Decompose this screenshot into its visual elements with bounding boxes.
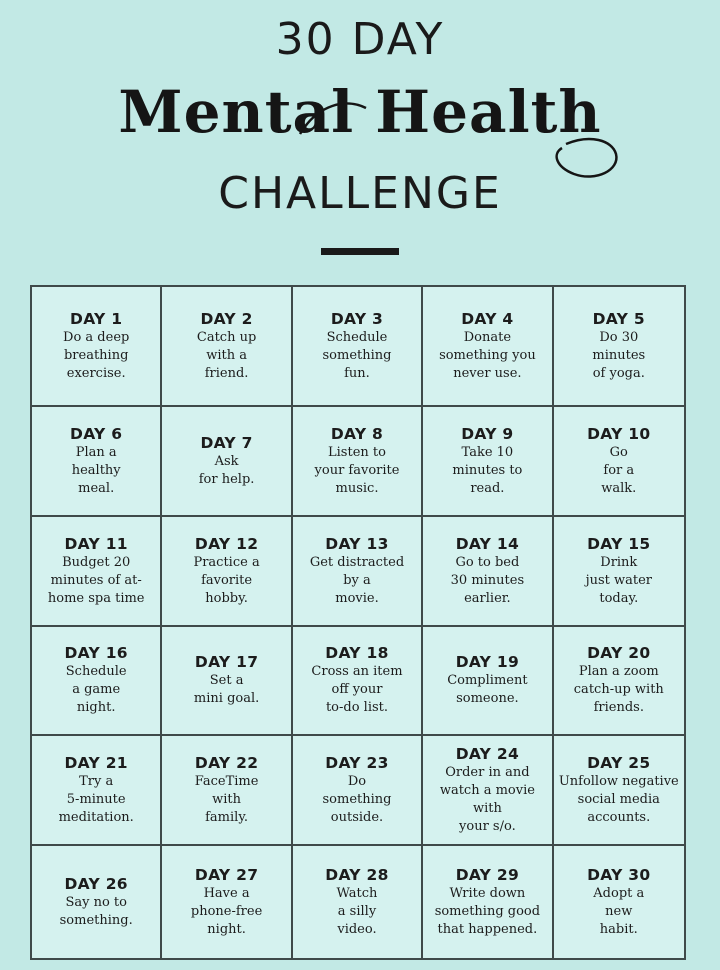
day-task: Schedule something fun. bbox=[322, 329, 392, 381]
day-label: DAY 3 bbox=[330, 309, 384, 328]
day-cell-1: DAY 1 Do a deep breathing exercise. bbox=[32, 287, 163, 407]
day-task: Set a mini goal. bbox=[193, 673, 260, 706]
day-task: Get distracted by a movie. bbox=[309, 554, 405, 606]
day-label: DAY 1 bbox=[70, 309, 123, 328]
day-label: DAY 18 bbox=[325, 644, 389, 662]
day-task: Donate something you never use. bbox=[439, 329, 536, 381]
day-task: Say no to something. bbox=[59, 894, 133, 928]
day-task: Do a deep breathing exercise. bbox=[63, 329, 130, 381]
title-line-3: CHALLENGE bbox=[218, 168, 502, 219]
day-cell-12: DAY 12 Practice a favorite hobby. bbox=[162, 517, 293, 627]
day-label: DAY 22 bbox=[194, 753, 259, 772]
day-cell-14: DAY 14 Go to bed 30 minutes earlier. bbox=[423, 517, 554, 627]
day-label: DAY 11 bbox=[64, 534, 128, 553]
day-cell-20: DAY 20 Plan a zoom catch-up with friends. bbox=[553, 627, 684, 736]
day-cell-4: DAY 4 Donate something you never use. bbox=[423, 287, 554, 407]
day-task: Schedule a game night. bbox=[65, 664, 127, 715]
day-cell-2: DAY 2 Catch up with a friend. bbox=[162, 287, 293, 407]
day-cell-19: DAY 19 Compliment someone. bbox=[423, 627, 554, 736]
day-task: Practice a favorite hobby. bbox=[193, 554, 260, 606]
day-label: DAY 26 bbox=[64, 874, 128, 893]
day-cell-30: DAY 30 Adopt a new habit. bbox=[554, 846, 684, 958]
day-task: Take 10 minutes to read. bbox=[452, 444, 523, 496]
day-label: DAY 23 bbox=[325, 753, 389, 772]
day-cell-27: DAY 27 Have a phone-free night. bbox=[162, 846, 293, 958]
day-cell-3: DAY 3 Schedule something fun. bbox=[292, 287, 424, 407]
day-label: DAY 19 bbox=[455, 653, 520, 671]
day-cell-29: DAY 29 Write down something good that hap… bbox=[423, 846, 554, 958]
day-cell-25: DAY 25 Unfollow negative social media acc… bbox=[553, 736, 684, 846]
day-cell-8: DAY 8 Listen to your favorite music. bbox=[292, 407, 424, 517]
day-label: DAY 16 bbox=[64, 644, 128, 662]
day-cell-16: DAY 16 Schedule a game night. bbox=[32, 627, 163, 736]
day-cell-28: DAY 28 Watch a silly video. bbox=[293, 846, 424, 958]
challenge-grid: DAY 1 Do a deep breathing exercise. DAY 2… bbox=[30, 285, 686, 960]
day-task: Budget 20 minutes of at- home spa time bbox=[47, 554, 145, 606]
day-label: DAY 8 bbox=[330, 424, 384, 443]
day-label: DAY 14 bbox=[455, 534, 520, 553]
day-task: FaceTime with family. bbox=[194, 773, 259, 825]
day-label: DAY 10 bbox=[587, 424, 651, 443]
day-cell-21: DAY 21 Try a 5-minute meditation. bbox=[32, 736, 163, 846]
day-label: DAY 7 bbox=[200, 433, 253, 452]
day-task: Write down something good that happened. bbox=[434, 885, 541, 937]
day-task: Have a phone-free night. bbox=[190, 885, 263, 937]
day-task: Adopt a new habit. bbox=[593, 885, 645, 937]
day-label: DAY 27 bbox=[194, 865, 259, 884]
day-label: DAY 2 bbox=[200, 309, 253, 328]
title-line-2: Mental Health bbox=[118, 78, 602, 146]
day-cell-11: DAY 11 Budget 20 minutes of at- home spa … bbox=[32, 517, 163, 627]
day-cell-23: DAY 23 Do something outside. bbox=[292, 736, 424, 846]
day-label: DAY 21 bbox=[64, 753, 128, 772]
day-label: DAY 24 bbox=[455, 744, 520, 763]
day-label: DAY 12 bbox=[194, 534, 259, 553]
day-cell-9: DAY 9 Take 10 minutes to read. bbox=[423, 407, 554, 517]
day-task: Watch a silly video. bbox=[336, 885, 378, 937]
day-label: DAY 6 bbox=[70, 424, 123, 443]
day-cell-15: DAY 15 Drink just water today. bbox=[553, 517, 684, 627]
day-label: DAY 25 bbox=[587, 753, 651, 772]
day-label: DAY 30 bbox=[587, 865, 651, 884]
day-label: DAY 17 bbox=[194, 653, 259, 671]
day-label: DAY 4 bbox=[461, 309, 514, 328]
day-cell-24: DAY 24 Order in and watch a movie with yo… bbox=[423, 736, 554, 846]
day-cell-10: DAY 10 Go for a walk. bbox=[553, 407, 684, 517]
day-cell-6: DAY 6 Plan a healthy meal. bbox=[32, 407, 163, 517]
day-cell-26: DAY 26 Say no to something. bbox=[32, 846, 163, 958]
day-task: Unfollow negative social media accounts. bbox=[558, 773, 679, 825]
day-label: DAY 5 bbox=[592, 309, 645, 328]
day-task: Cross an item off your to-do list. bbox=[311, 664, 403, 715]
day-task: Compliment someone. bbox=[447, 673, 528, 706]
day-cell-22: DAY 22 FaceTime with family. bbox=[162, 736, 293, 846]
day-cell-13: DAY 13 Get distracted by a movie. bbox=[292, 517, 424, 627]
day-label: DAY 15 bbox=[587, 534, 651, 553]
day-label: DAY 20 bbox=[587, 644, 651, 662]
day-task: Plan a zoom catch-up with friends. bbox=[573, 664, 664, 715]
day-label: DAY 13 bbox=[325, 534, 389, 553]
day-task: Go for a walk. bbox=[601, 444, 637, 496]
day-task: Order in and watch a movie with your s/o… bbox=[439, 764, 535, 834]
day-task: Try a 5-minute meditation. bbox=[58, 773, 134, 825]
day-cell-7: DAY 7 Ask for help. bbox=[162, 407, 293, 517]
day-task: Go to bed 30 minutes earlier. bbox=[450, 554, 525, 606]
day-label: DAY 29 bbox=[455, 865, 520, 884]
day-task: Drink just water today. bbox=[585, 554, 653, 606]
title-line-1: 30 DAY bbox=[275, 14, 445, 65]
title-divider bbox=[321, 248, 399, 255]
day-cell-18: DAY 18 Cross an item off your to-do list. bbox=[292, 627, 424, 736]
day-cell-5: DAY 5 Do 30 minutes of yoga. bbox=[553, 287, 684, 407]
day-task: Catch up with a friend. bbox=[196, 329, 257, 381]
day-task: Ask for help. bbox=[198, 453, 255, 487]
day-label: DAY 9 bbox=[461, 424, 514, 443]
day-task: Listen to your favorite music. bbox=[314, 444, 400, 496]
day-cell-17: DAY 17 Set a mini goal. bbox=[162, 627, 293, 736]
day-task: Plan a healthy meal. bbox=[71, 444, 121, 496]
day-task: Do 30 minutes of yoga. bbox=[592, 329, 646, 381]
day-label: DAY 28 bbox=[325, 865, 389, 884]
day-task: Do something outside. bbox=[322, 773, 392, 825]
